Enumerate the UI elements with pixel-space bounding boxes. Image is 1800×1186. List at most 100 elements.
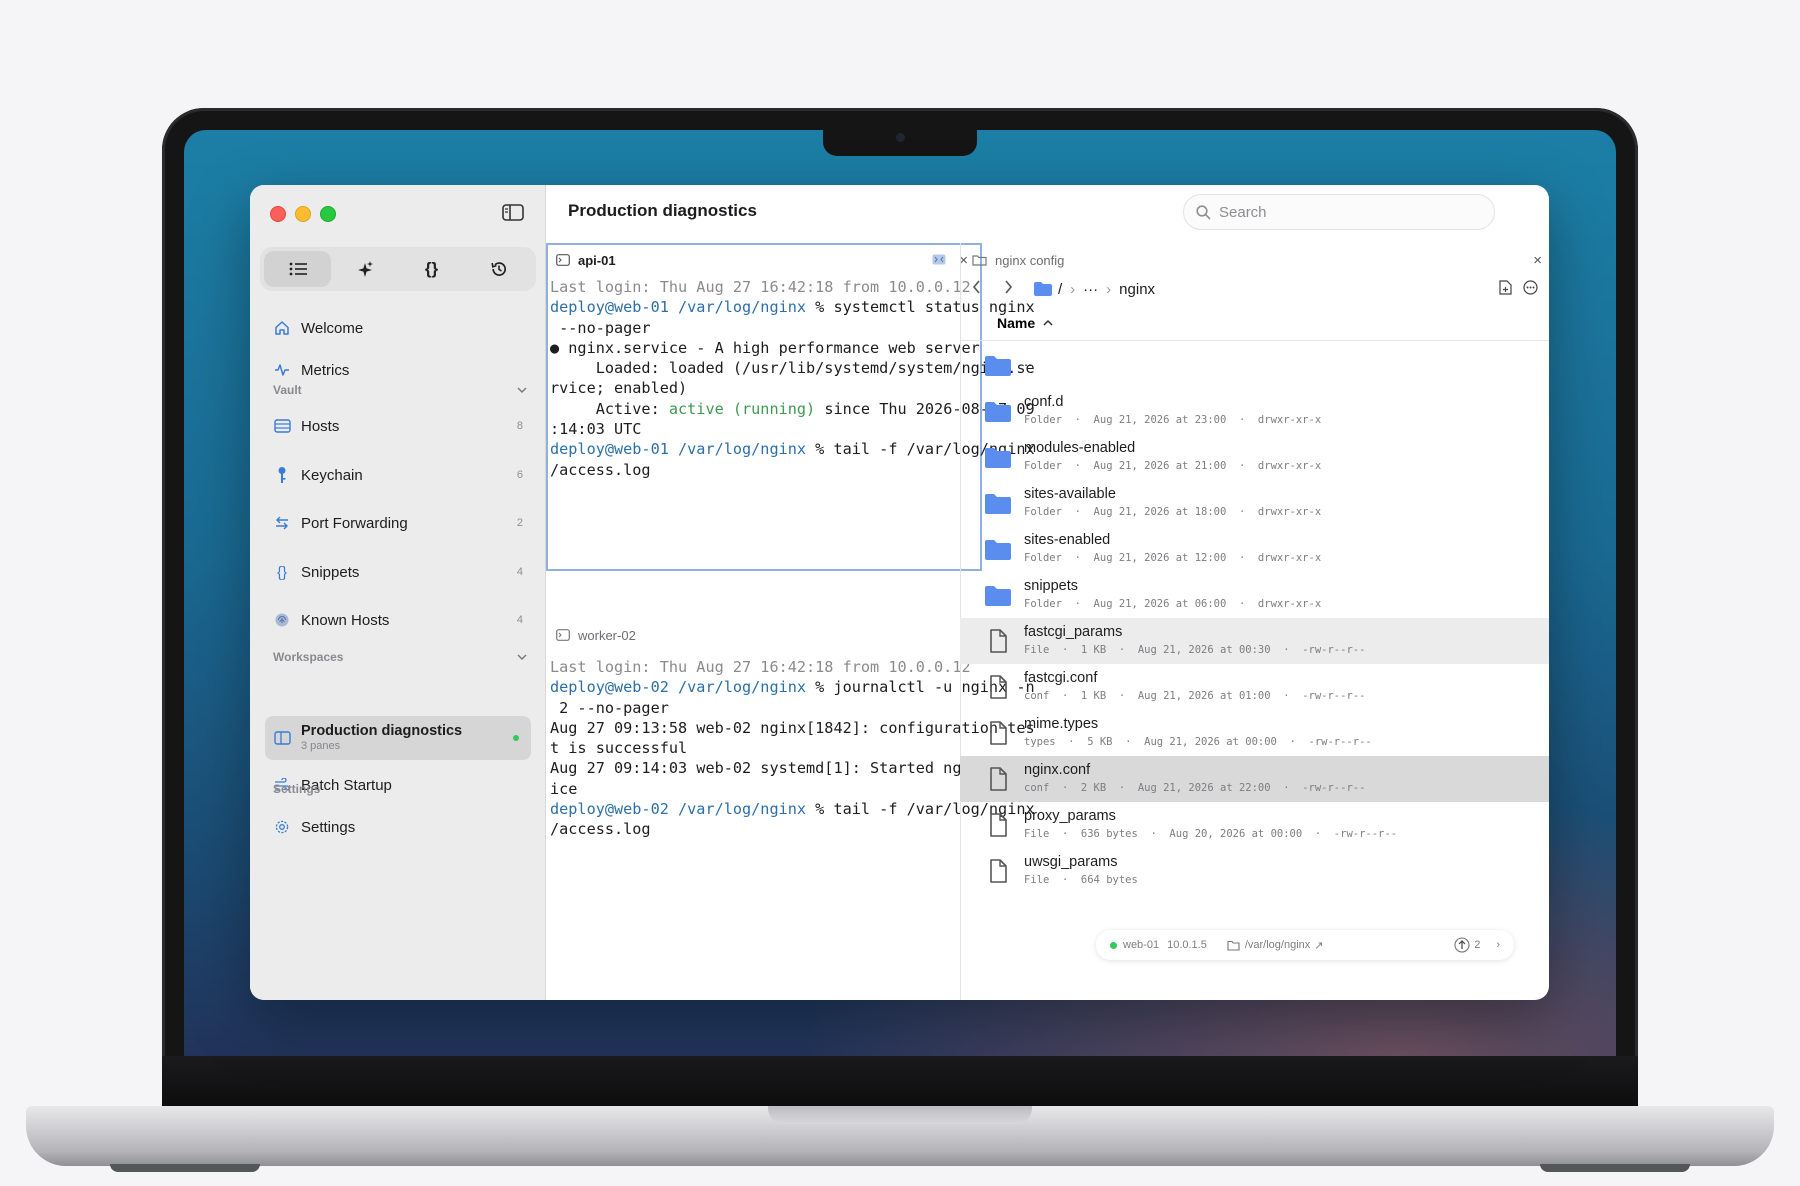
folder-icon [985, 586, 1011, 606]
file-permissions: drwxr-xr-x [1257, 552, 1322, 564]
list-icon [289, 262, 307, 276]
term-line: Last login: Thu Aug 27 16:42:18 from 10.… [550, 658, 971, 676]
close-tab-icon[interactable]: × [1533, 252, 1542, 269]
sidebar-item-known-hosts[interactable]: Known Hosts 4 [265, 603, 531, 637]
file-row[interactable]: fastcgi.conf conf · 1 KB · Aug 21, 2026 a… [960, 664, 1549, 710]
document-icon [990, 859, 1007, 883]
laptop-foot-left [110, 1164, 260, 1172]
sidebar-item-port-forwarding[interactable]: Port Forwarding 2 [265, 506, 531, 540]
file-name: snippets [1024, 578, 1079, 594]
file-row[interactable]: mime.types types · 5 KB · Aug 21, 2026 at… [960, 710, 1549, 756]
history-mode-button[interactable] [465, 251, 532, 287]
file-name: uwsgi_params [1024, 854, 1118, 870]
path-ellipsis[interactable]: ··· [1083, 281, 1098, 298]
file-name: sites-available [1024, 486, 1116, 502]
sidebar-item-label: Port Forwarding [301, 514, 408, 532]
term-line: /access.log [550, 820, 651, 839]
status-ip: 10.0.1.5 [1167, 939, 1207, 951]
item-count: 6 [516, 469, 523, 481]
file-row[interactable]: conf.d Folder · Aug 21, 2026 at 23:00 · d… [960, 388, 1549, 434]
minimize-window-button[interactable] [295, 206, 311, 222]
document-icon [990, 767, 1007, 791]
name-column-header[interactable]: Name [960, 305, 1549, 341]
gear-icon [273, 818, 291, 836]
file-meta: File · 1 KB · Aug 21, 2026 at 00:30 · -r… [1024, 644, 1366, 656]
column-header-label: Name [997, 314, 1036, 331]
file-kind: File [1024, 828, 1050, 840]
server-icon [273, 417, 291, 435]
file-meta: types · 5 KB · Aug 21, 2026 at 00:00 · -… [1024, 736, 1372, 748]
parent-directory-row[interactable]: .. [960, 342, 1549, 388]
sidebar-item-keychain[interactable]: Keychain 6 [265, 458, 531, 492]
sidebar-item-welcome[interactable]: Welcome [265, 311, 531, 345]
vault-section-header[interactable]: Vault [273, 383, 527, 397]
sidebar-item-settings[interactable]: Settings [265, 810, 531, 844]
open-external-icon[interactable]: ↗ [1314, 939, 1323, 952]
file-permissions: drwxr-xr-x [1257, 460, 1322, 472]
broadcast-icon[interactable] [932, 253, 946, 268]
file-date: Aug 21, 2026 at 21:00 [1093, 460, 1227, 472]
sidebar-mode-segmented-control: {} [260, 247, 536, 291]
sidebar-item-production-diagnostics[interactable]: Production diagnostics 3 panes [265, 716, 531, 760]
workspaces-section-header[interactable]: Workspaces [273, 650, 527, 664]
sidebar-item-label: Metrics [301, 361, 350, 379]
ellipsis-circle-icon [1523, 279, 1538, 295]
path-separator-icon: › [1106, 280, 1112, 298]
more-button[interactable] [1523, 279, 1538, 299]
list-mode-button[interactable] [264, 251, 331, 287]
terminal-tab-api-01[interactable]: api-01 × [556, 249, 976, 271]
page-title: Production diagnostics [568, 201, 757, 220]
file-kind: Folder [1024, 506, 1062, 518]
file-row[interactable]: sites-enabled Folder · Aug 21, 2026 at 12… [960, 526, 1549, 572]
file-row[interactable]: snippets Folder · Aug 21, 2026 at 06:00 ·… [960, 572, 1549, 618]
forward-button[interactable] [1004, 280, 1034, 298]
search-field[interactable]: Search [1183, 194, 1495, 230]
file-permissions: drwxr-xr-x [1257, 506, 1322, 518]
workspace-pane-count: 3 panes [301, 740, 341, 752]
home-icon [273, 319, 291, 337]
close-window-button[interactable] [270, 206, 286, 222]
path-separator-icon: › [1070, 280, 1076, 298]
workspace-active-dot [513, 735, 519, 741]
file-row[interactable]: uwsgi_params File · 664 bytes [960, 848, 1549, 894]
key-icon [273, 466, 291, 484]
term-line: t is successful [550, 739, 688, 758]
back-button[interactable] [972, 280, 1004, 298]
folder-icon [985, 494, 1011, 514]
zoom-window-button[interactable] [320, 206, 336, 222]
ai-mode-button[interactable] [331, 251, 398, 287]
section-title: Workspaces [273, 650, 344, 664]
sidebar-item-label: Snippets [301, 563, 360, 581]
file-meta: Folder · Aug 21, 2026 at 06:00 · drwxr-x… [1024, 598, 1322, 610]
chevron-down-icon [517, 654, 527, 660]
sidebar-item-snippets[interactable]: {} Snippets 4 [265, 555, 531, 589]
status-path[interactable]: /var/log/nginx [1245, 939, 1310, 951]
file-name: conf.d [1024, 394, 1064, 410]
file-row[interactable]: fastcgi_params File · 1 KB · Aug 21, 2026… [960, 618, 1549, 664]
section-title: Settings [273, 782, 321, 796]
file-name: sites-enabled [1024, 532, 1111, 548]
file-row[interactable]: sites-available Folder · Aug 21, 2026 at … [960, 480, 1549, 526]
terminal-tab-worker-02[interactable]: worker-02 [556, 624, 636, 646]
path-root[interactable]: / [1058, 281, 1062, 298]
snippets-mode-button[interactable]: {} [398, 251, 465, 287]
file-kind: Folder [1024, 460, 1062, 472]
file-size: 5 KB [1087, 736, 1113, 748]
transfers-indicator[interactable]: 2 [1454, 937, 1480, 953]
file-kind: Folder [1024, 552, 1062, 564]
folder-icon [985, 402, 1011, 422]
new-file-button[interactable] [1499, 279, 1512, 299]
file-kind: conf [1024, 782, 1050, 794]
document-icon [990, 813, 1007, 837]
sidebar-item-metrics[interactable]: Metrics [265, 353, 531, 387]
file-permissions: -rw-r--r-- [1308, 736, 1372, 748]
chevron-right-icon[interactable]: › [1496, 939, 1500, 951]
file-permissions: -rw-r--r-- [1302, 690, 1366, 702]
file-row[interactable]: modules-enabled Folder · Aug 21, 2026 at … [960, 434, 1549, 480]
file-row[interactable]: proxy_params File · 636 bytes · Aug 20, 2… [960, 802, 1549, 848]
path-current[interactable]: nginx [1119, 281, 1155, 298]
file-row[interactable]: nginx.conf conf · 2 KB · Aug 21, 2026 at … [960, 756, 1549, 802]
sidebar-item-hosts[interactable]: Hosts 8 [265, 409, 531, 443]
file-browser-tab[interactable]: nginx config × [972, 249, 1542, 271]
sidebar-toggle-button[interactable] [496, 197, 530, 227]
